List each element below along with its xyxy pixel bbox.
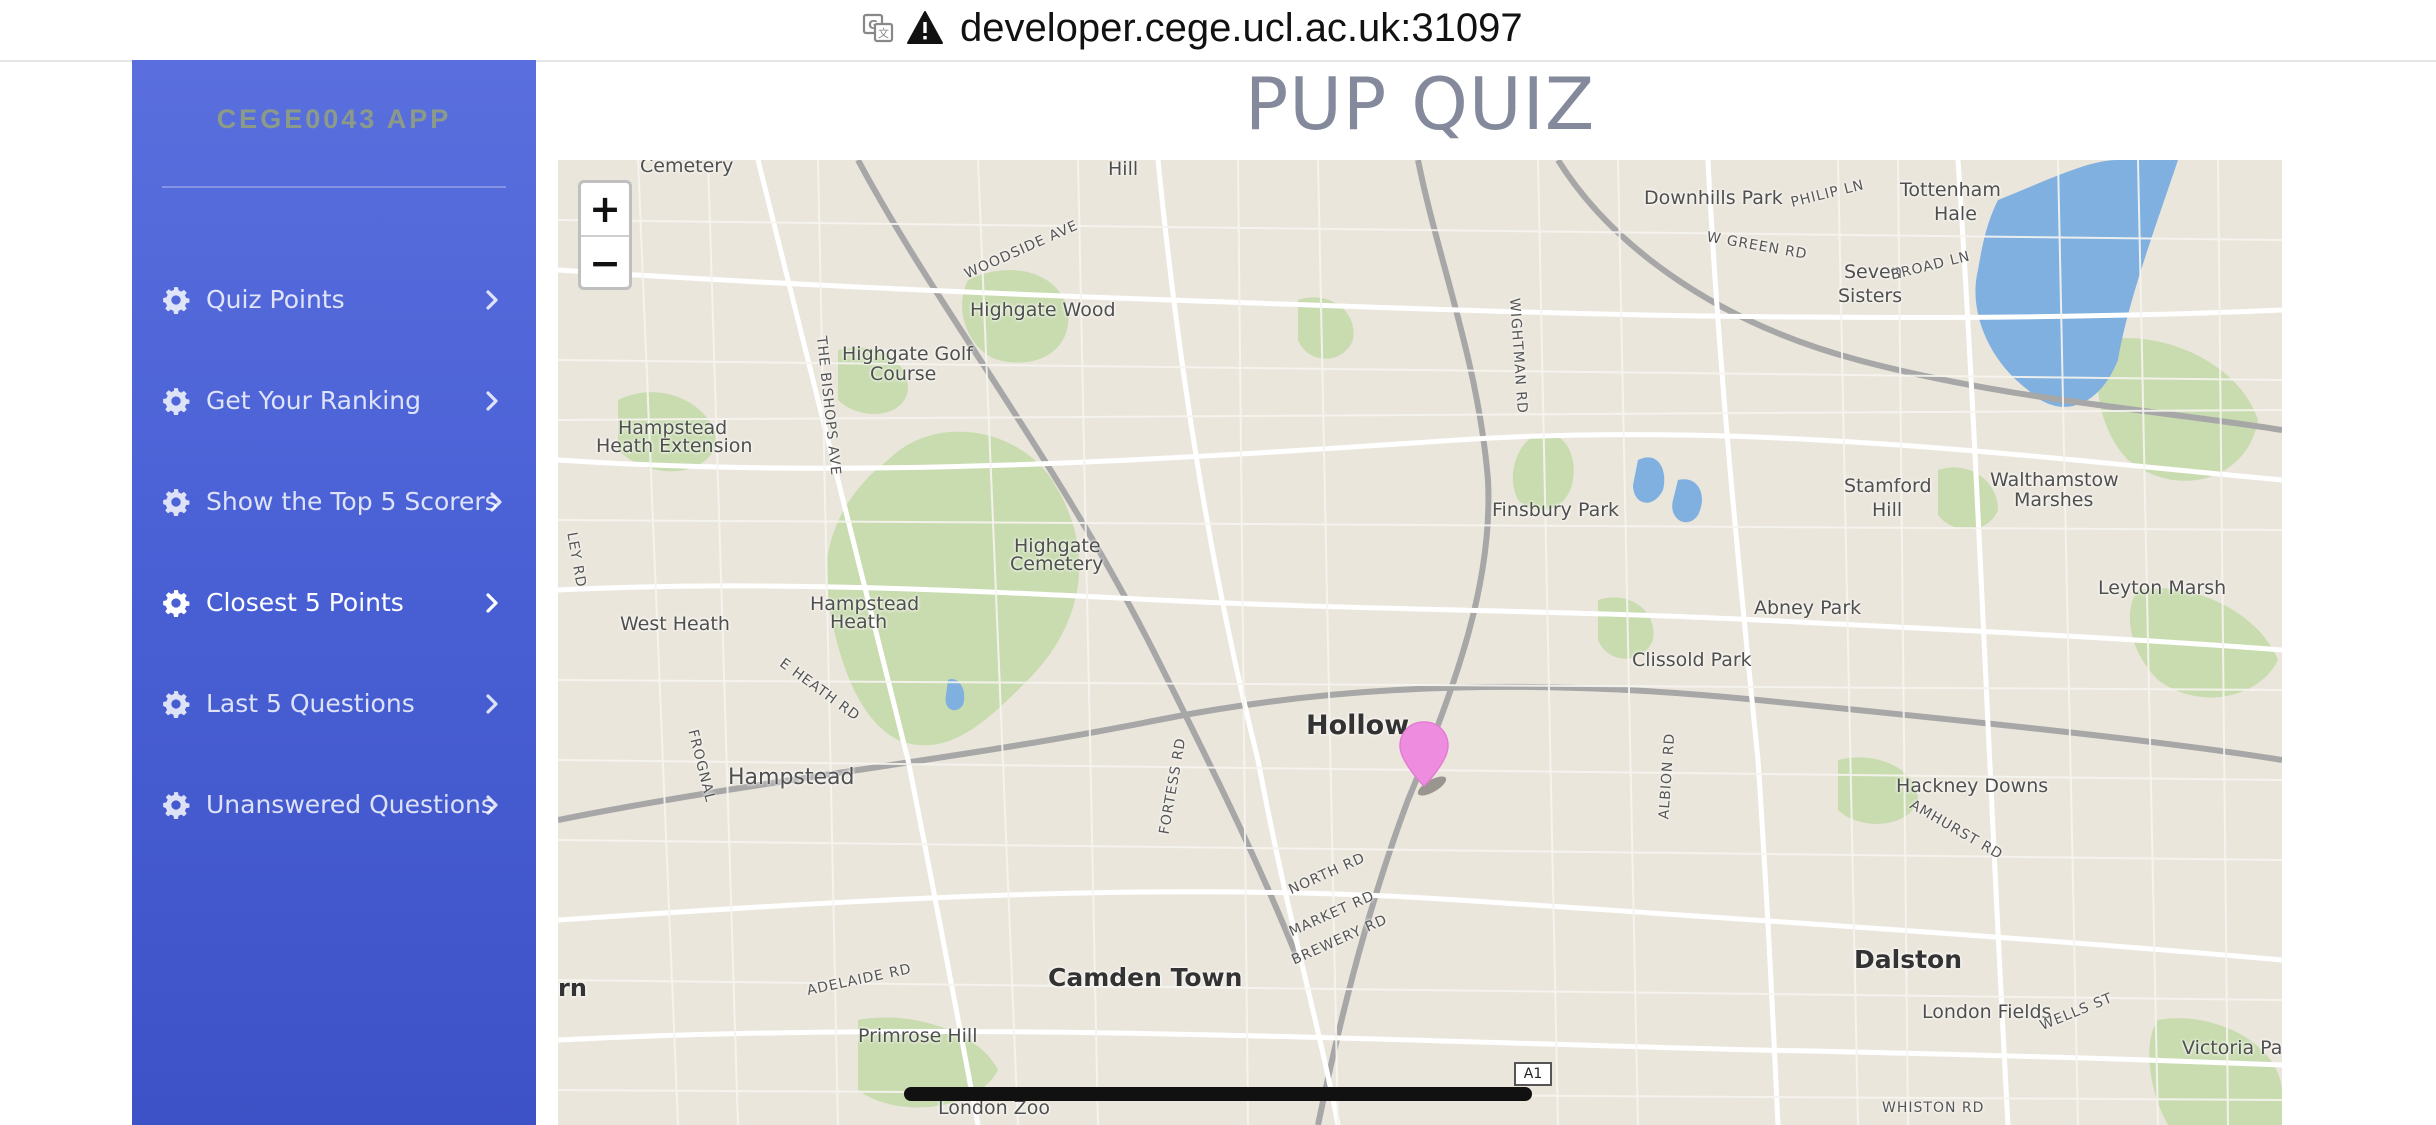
- map-label: Hill: [1872, 499, 1903, 521]
- warning-triangle-icon: [907, 11, 943, 44]
- map-label: Hollow: [1306, 710, 1410, 741]
- sidebar-item-quiz-points[interactable]: Quiz Points: [132, 265, 536, 335]
- map-label: Primrose Hill: [858, 1025, 978, 1047]
- map-label: Course: [870, 363, 937, 385]
- map-label: London Fields: [1922, 1001, 2052, 1023]
- gear-icon: [162, 589, 190, 617]
- chevron-right-icon: [486, 694, 498, 714]
- map[interactable]: Cemetery Hill Downhills Park PHILIP LN T…: [558, 160, 2282, 1125]
- map-label: Cemetery: [1010, 553, 1104, 575]
- gear-icon: [162, 690, 190, 718]
- map-label: Hampstead: [728, 765, 855, 790]
- zoom-control: + −: [578, 180, 632, 290]
- sidebar-item-label: Get Your Ranking: [206, 386, 421, 415]
- chevron-right-icon: [486, 593, 498, 613]
- chevron-right-icon: [486, 290, 498, 310]
- sidebar-item-unanswered-questions[interactable]: Unanswered Questions: [132, 770, 536, 840]
- sidebar-item-label: Unanswered Questions: [206, 790, 494, 819]
- map-label: Marshes: [2014, 489, 2094, 511]
- sidebar-item-last-5-questions[interactable]: Last 5 Questions: [132, 669, 536, 739]
- zoom-in-button[interactable]: +: [581, 183, 629, 237]
- sidebar-item-label: Show the Top 5 Scorers: [206, 487, 498, 516]
- sidebar-item-label: Closest 5 Points: [206, 588, 404, 617]
- map-label: Stamford: [1844, 475, 1932, 497]
- map-label: Clissold Park: [1632, 649, 1752, 671]
- sidebar-item-top-5-scorers[interactable]: Show the Top 5 Scorers: [132, 467, 536, 537]
- road-badge: A1: [1514, 1062, 1552, 1086]
- map-marker-icon[interactable]: [1396, 720, 1460, 800]
- map-label: Finsbury Park: [1492, 499, 1620, 521]
- sidebar-item-label: Last 5 Questions: [206, 689, 415, 718]
- sidebar-item-label: Quiz Points: [206, 285, 345, 314]
- map-label: Victoria Pa: [2182, 1037, 2282, 1059]
- sidebar: CEGE0043 APP Quiz Points Get Your Rankin…: [132, 60, 536, 1125]
- map-label: Highgate Wood: [970, 299, 1116, 321]
- sidebar-brand[interactable]: CEGE0043 APP: [132, 104, 536, 135]
- map-label: Heath: [830, 611, 888, 633]
- home-indicator[interactable]: [904, 1087, 1532, 1101]
- map-label: rn: [558, 974, 587, 1002]
- map-label: Walthamstow: [1990, 469, 2119, 491]
- map-label: Downhills Park: [1644, 187, 1783, 209]
- map-label: London Zoo: [938, 1097, 1050, 1119]
- map-label: Hackney Downs: [1896, 775, 2049, 797]
- map-label: Abney Park: [1754, 597, 1862, 619]
- sidebar-item-closest-5-points[interactable]: Closest 5 Points: [132, 568, 536, 638]
- map-label: Highgate Golf: [842, 343, 973, 365]
- url-text[interactable]: developer.cege.ucl.ac.uk:31097: [960, 4, 1523, 52]
- gear-icon: [162, 387, 190, 415]
- chevron-right-icon: [486, 795, 498, 815]
- map-label: Camden Town: [1048, 963, 1243, 992]
- browser-address-bar[interactable]: G 文 developer.cege.ucl.ac.uk:31097: [0, 0, 2436, 62]
- map-label: Tottenham: [1900, 179, 2001, 201]
- zoom-out-button[interactable]: −: [581, 237, 629, 289]
- gear-icon: [162, 791, 190, 819]
- chevron-right-icon: [486, 391, 498, 411]
- map-label: Cemetery: [640, 160, 734, 177]
- svg-text:文: 文: [878, 26, 889, 40]
- map-label: Hale: [1934, 203, 1977, 225]
- translate-icon[interactable]: G 文: [862, 12, 894, 44]
- gear-icon: [162, 286, 190, 314]
- map-label: West Heath: [620, 613, 730, 635]
- map-label: Hill: [1108, 160, 1139, 180]
- sidebar-divider: [162, 186, 506, 188]
- map-label: WHISTON RD: [1882, 1100, 1985, 1116]
- page-title: PUP QUIZ: [1244, 62, 1596, 146]
- map-label: Heath Extension: [596, 435, 753, 457]
- marker-fill: [1399, 721, 1449, 788]
- map-label: Leyton Marsh: [2098, 577, 2227, 599]
- map-label: Sisters: [1838, 285, 1903, 307]
- sidebar-item-get-your-ranking[interactable]: Get Your Ranking: [132, 366, 536, 436]
- map-label: Dalston: [1854, 945, 1962, 974]
- chevron-right-icon: [490, 492, 502, 512]
- gear-icon: [162, 488, 190, 516]
